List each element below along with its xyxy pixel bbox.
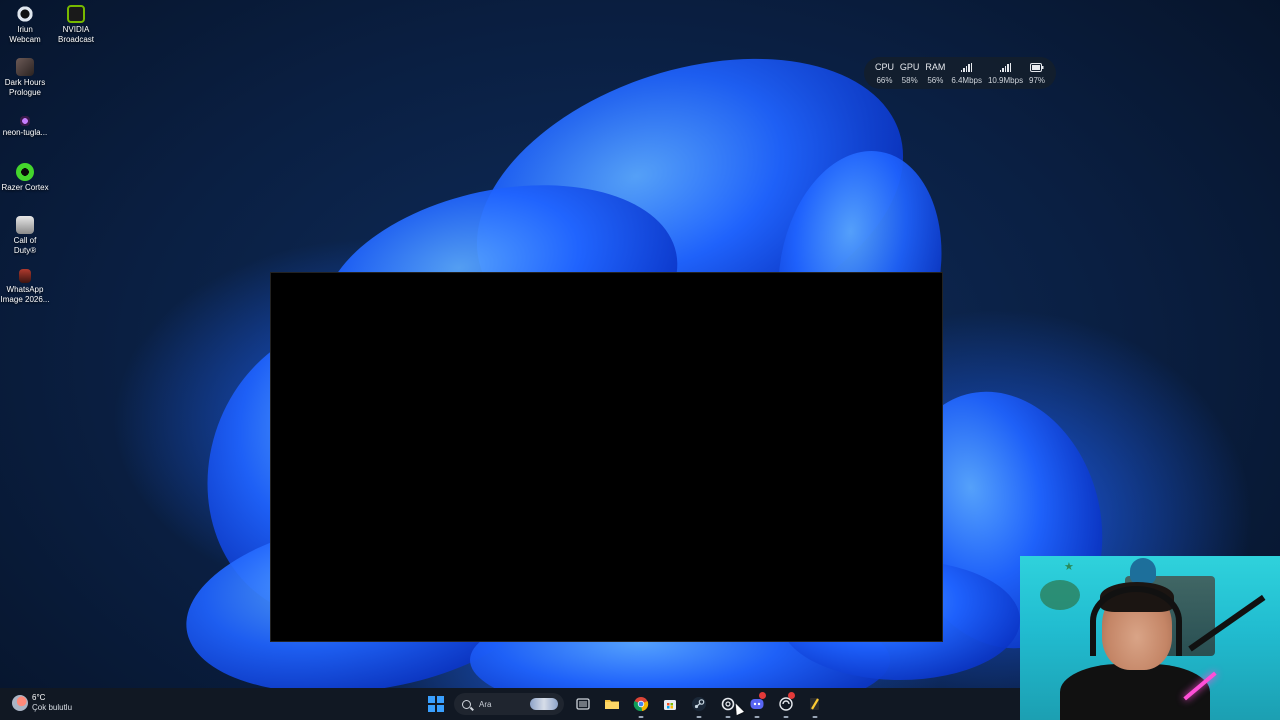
desktop-icon-neon-tugla[interactable]: neon-tugla... — [0, 116, 50, 138]
search-icon — [462, 699, 471, 709]
cpu-stat: CPU 66% — [874, 62, 894, 85]
call-of-duty-icon — [16, 216, 34, 234]
windows-logo-icon — [427, 696, 444, 712]
download-signal-icon — [999, 62, 1012, 72]
taskbar-file-explorer[interactable] — [597, 688, 626, 720]
taskbar-discord[interactable] — [742, 688, 771, 720]
steam-icon — [691, 697, 706, 711]
star-decoration: ★ — [1064, 561, 1074, 573]
running-indicator — [812, 716, 817, 718]
task-view-button[interactable] — [568, 688, 597, 720]
taskbar-steam[interactable] — [684, 688, 713, 720]
task-view-icon — [575, 698, 590, 710]
nvidia-icon — [67, 5, 85, 23]
battery-stat: 97% — [1029, 62, 1045, 85]
plant-decoration — [1040, 580, 1080, 610]
taskbar-nvidia-app[interactable] — [771, 688, 800, 720]
search-placeholder: Ara — [479, 699, 492, 709]
notification-badge — [759, 692, 766, 699]
taskbar-apps: Ara — [421, 688, 829, 720]
image-file-icon — [20, 116, 30, 126]
image-file-icon — [19, 269, 31, 283]
headset — [1090, 586, 1182, 656]
game-icon — [16, 58, 34, 76]
taskbar-pencil-app[interactable] — [800, 688, 829, 720]
notification-badge — [788, 692, 795, 699]
running-indicator — [725, 716, 730, 718]
gpu-stat: GPU 58% — [899, 62, 920, 85]
system-monitor-widget[interactable]: CPU 66% GPU 58% RAM 56% 6.4Mbps 10.9Mbps… — [864, 57, 1056, 89]
battery-icon — [1030, 62, 1044, 72]
running-indicator — [638, 716, 643, 718]
desktop-icon-whatsapp-image[interactable]: WhatsApp Image 2026... — [0, 269, 50, 305]
person-body — [1060, 664, 1210, 720]
start-button[interactable] — [421, 688, 450, 720]
desktop-icon-call-of-duty[interactable]: Call of Duty® — [0, 216, 50, 256]
webcam-app-icon — [16, 5, 34, 23]
pencil-icon — [809, 698, 819, 710]
desktop-icon-iriun-webcam[interactable]: Iriun Webcam — [0, 5, 50, 45]
cloud-weather-icon — [12, 695, 28, 711]
weather-widget[interactable]: 6°C Çok bulutlu — [12, 693, 72, 713]
taskbar-chrome[interactable] — [626, 688, 655, 720]
taskbar-search[interactable]: Ara — [454, 693, 564, 715]
weather-temperature: 6°C — [32, 693, 46, 702]
download-stat: 10.9Mbps — [988, 62, 1023, 85]
desktop-icon-dark-hours[interactable]: Dark Hours Prologue — [0, 58, 50, 98]
upload-signal-icon — [960, 62, 973, 72]
weather-condition: Çok bulutlu — [32, 703, 73, 712]
microsoft-store-icon — [663, 700, 676, 710]
octopus-decoration — [1130, 558, 1156, 584]
search-highlight-art — [530, 698, 558, 710]
chrome-icon — [633, 697, 648, 712]
running-indicator — [783, 716, 788, 718]
taskbar-store[interactable] — [655, 688, 684, 720]
taskbar: 6°C Çok bulutlu Ara — [0, 688, 1020, 720]
file-folder-icon — [604, 700, 619, 709]
blank-app-window[interactable] — [270, 272, 943, 642]
ram-stat: RAM 56% — [925, 62, 946, 85]
running-indicator — [754, 716, 759, 718]
upload-stat: 6.4Mbps — [951, 62, 982, 85]
webcam-overlay: ★ — [1020, 556, 1280, 720]
desktop-icon-nvidia-broadcast[interactable]: NVIDIA Broadcast — [51, 5, 101, 45]
running-indicator — [696, 716, 701, 718]
desktop-icon-razer-cortex[interactable]: Razer Cortex — [0, 163, 50, 193]
razer-cortex-icon — [16, 163, 34, 181]
